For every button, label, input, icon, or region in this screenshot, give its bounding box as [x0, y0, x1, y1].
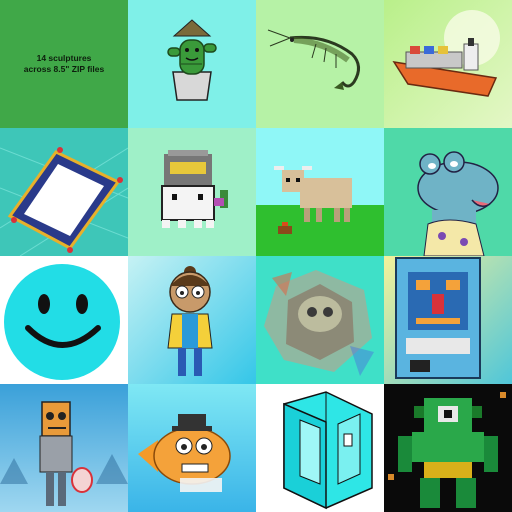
- zombie-icon: [0, 401, 128, 506]
- tile-pixel-cyclops[interactable]: [384, 384, 512, 512]
- tile-magic-carpet[interactable]: [0, 128, 128, 256]
- fish-character-icon: [138, 414, 231, 492]
- green-monster-icon: [388, 392, 506, 508]
- tile-cartoon-woman[interactable]: [128, 256, 256, 384]
- blue-dinosaur-icon: [417, 151, 499, 256]
- shrimp-sketch-icon: [267, 29, 360, 90]
- tile-zombie-figure[interactable]: [0, 384, 128, 512]
- carpet-icon: [0, 147, 128, 256]
- tile-abstract-skull[interactable]: [256, 256, 384, 384]
- container-ship-icon: [392, 10, 500, 97]
- intro-card[interactable]: 14 sculptures across 8.5" ZIP files: [0, 0, 128, 128]
- nft-gallery-grid: 14 sculptures across 8.5" ZIP files: [0, 0, 512, 512]
- cactus-in-pot-icon: [167, 19, 217, 101]
- intro-line-2: across 8.5" ZIP files: [23, 64, 105, 74]
- tile-robot-box[interactable]: [384, 256, 512, 384]
- robot-package-icon: [395, 257, 481, 379]
- isometric-cube-icon: [283, 391, 373, 510]
- cartoon-character-icon: [167, 266, 213, 376]
- tile-clown-fish[interactable]: [128, 384, 256, 512]
- tile-dino-tongue[interactable]: [384, 128, 512, 256]
- tile-cargo-ship[interactable]: [384, 0, 512, 128]
- pixel-helmet-ghost-icon: [161, 150, 228, 228]
- intro-line-1: 14 sculptures: [36, 53, 92, 63]
- abstract-skull-icon: [264, 270, 374, 376]
- tile-wireframe-cube[interactable]: [256, 384, 384, 512]
- tile-cactus-planter[interactable]: [128, 0, 256, 128]
- pixel-yak-icon: [274, 166, 352, 234]
- intro-caption: 14 sculptures across 8.5" ZIP files: [0, 0, 128, 128]
- smiley-face-icon: [4, 264, 120, 380]
- tile-smiley[interactable]: [0, 256, 128, 384]
- tile-shrimp[interactable]: [256, 0, 384, 128]
- tile-pixel-ox[interactable]: [256, 128, 384, 256]
- tile-pixel-knight[interactable]: [128, 128, 256, 256]
